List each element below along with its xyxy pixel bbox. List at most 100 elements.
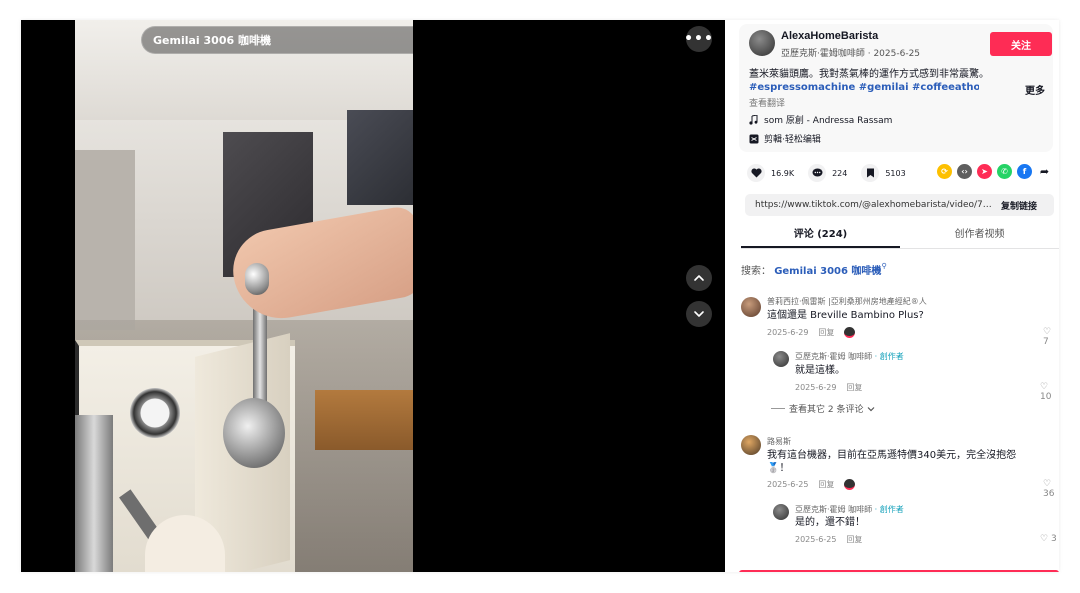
- related-search-prefix: 搜索：: [741, 266, 771, 277]
- video-info-card: AlexaHomeBarista 亞歷克斯·霍姆咖啡師 · 2025-6-25 …: [739, 24, 1053, 152]
- reply-meta: 2025-6-25 回复: [795, 534, 862, 545]
- creator-badge: · 創作者: [874, 352, 904, 361]
- video-player[interactable]: Gemilai 3006 咖啡機 •••: [21, 20, 725, 572]
- author-subtitle: 亞歷克斯·霍姆咖啡師 · 2025-6-25: [781, 49, 921, 59]
- machine-handle: [75, 415, 113, 572]
- commenter-avatar[interactable]: [741, 297, 761, 317]
- related-search[interactable]: 搜索： Gemilai 3006 咖啡機⚲: [741, 262, 887, 277]
- embed-icon[interactable]: ‹›: [957, 164, 972, 179]
- like-count: 16.9K: [771, 168, 795, 178]
- edit-row[interactable]: 剪輯·轻松编辑: [749, 132, 821, 145]
- comment-meta: 2025-6-25 回复: [767, 479, 856, 490]
- previous-video-button[interactable]: [686, 265, 712, 291]
- facebook-icon[interactable]: f: [1017, 164, 1032, 179]
- next-video-button[interactable]: [686, 301, 712, 327]
- expand-description-link[interactable]: 更多: [1025, 82, 1045, 97]
- chevron-up-icon: [694, 275, 704, 281]
- copy-link-button[interactable]: 复制链接: [993, 199, 1037, 212]
- chevron-down-icon: [868, 406, 875, 411]
- view-more-replies-label: 查看其它 2 条评论: [789, 405, 864, 415]
- save-button[interactable]: 5103: [861, 164, 906, 182]
- reply-like-count: 3: [1050, 534, 1057, 544]
- side-panel: AlexaHomeBarista 亞歷克斯·霍姆咖啡師 · 2025-6-25 …: [725, 20, 1059, 572]
- reply-date: 2025-6-29: [795, 383, 837, 392]
- music-title: som 原創 - Andressa Rassam: [764, 116, 893, 126]
- reply-button[interactable]: 回复: [846, 382, 862, 393]
- commenter-name[interactable]: 普莉西拉·佩雷斯 |亞利桑那州房地產經紀®人: [767, 296, 927, 307]
- commenter-name[interactable]: 路易斯: [767, 436, 791, 447]
- comment-icon: [808, 164, 827, 182]
- comment-like-button[interactable]: ♡ 7: [1043, 327, 1059, 347]
- video-search-bar[interactable]: Gemilai 3006 咖啡機: [141, 26, 413, 54]
- save-count: 5103: [885, 168, 906, 178]
- heart-outline-icon: ♡: [1040, 534, 1049, 544]
- related-search-query[interactable]: Gemilai 3006 咖啡機: [774, 266, 881, 277]
- bookmark-icon: [861, 164, 880, 182]
- share-icons: ⟳ ‹› ➤ ✆ f ➦: [937, 164, 1052, 179]
- pressure-gauge: [130, 388, 180, 438]
- comment-input-bar[interactable]: [739, 570, 1059, 572]
- reply-like-count: 10: [1040, 392, 1052, 402]
- more-options-button[interactable]: •••: [684, 26, 714, 52]
- video-url[interactable]: https://www.tiktok.com/@alexhomebarista/…: [745, 200, 993, 210]
- tab-comments[interactable]: 评论 (224): [741, 224, 900, 248]
- translate-link[interactable]: 查看翻译: [749, 96, 785, 109]
- reply-date: 2025-6-25: [795, 535, 837, 544]
- divider-line: [771, 408, 785, 409]
- creator-badge: · 創作者: [874, 505, 904, 514]
- heart-outline-icon: ♡: [1043, 479, 1052, 489]
- commenter-avatar[interactable]: [741, 435, 761, 455]
- reply-meta: 2025-6-29 回复: [795, 382, 862, 393]
- view-more-replies-button[interactable]: 查看其它 2 条评论: [771, 402, 875, 415]
- follow-button[interactable]: 关注: [990, 32, 1052, 56]
- panel-tabs: 评论 (224) 创作者视频: [741, 224, 1059, 249]
- creator-avatar[interactable]: [773, 504, 789, 520]
- heart-outline-icon: ♡: [1043, 327, 1052, 337]
- share-arrow-icon[interactable]: ➦: [1037, 164, 1052, 179]
- comment-like-count: 7: [1043, 337, 1049, 347]
- video-scene-artwork-2: [347, 110, 413, 205]
- reply-like-button[interactable]: ♡ 3: [1040, 534, 1057, 544]
- reply-button[interactable]: 回复: [846, 534, 862, 545]
- video-scene-door: [75, 150, 135, 330]
- comment-like-count: 36: [1043, 489, 1055, 499]
- like-button[interactable]: 16.9K: [747, 164, 794, 182]
- tab-creator-videos[interactable]: 创作者视频: [900, 224, 1059, 248]
- comment-like-button[interactable]: ♡ 36: [1043, 479, 1059, 499]
- reply-button[interactable]: 回复: [818, 479, 834, 490]
- whatsapp-icon[interactable]: ✆: [997, 164, 1012, 179]
- more-options-icon: •••: [684, 31, 714, 47]
- video-search-text[interactable]: Gemilai 3006 咖啡機: [153, 32, 413, 48]
- reply-like-button[interactable]: ♡ 10: [1040, 382, 1059, 402]
- comment-text: 我有這台機器，目前在亞馬遜特價340美元，完全沒抱怨 🥈！: [767, 450, 1017, 474]
- comment-meta: 2025-6-29 回复: [767, 327, 856, 338]
- comment-button[interactable]: 224: [808, 164, 847, 182]
- reply-button[interactable]: 回复: [818, 327, 834, 338]
- video-hashtags[interactable]: #espressomachine #gemilai #coffeeathome.…: [749, 82, 979, 93]
- music-row[interactable]: som 原創 - Andressa Rassam: [749, 113, 892, 126]
- repost-icon[interactable]: ⟳: [937, 164, 952, 179]
- chevron-down-icon: [694, 311, 704, 317]
- creator-liked-avatar: [844, 327, 856, 338]
- comment-date: 2025-6-25: [767, 480, 809, 489]
- video-frame[interactable]: Gemilai 3006 咖啡機: [75, 20, 413, 572]
- reply-author-name: 亞歷克斯·霍姆 咖啡師: [795, 505, 873, 514]
- music-note-icon: [749, 114, 758, 125]
- reply-author[interactable]: 亞歷克斯·霍姆 咖啡師 · 創作者: [795, 504, 904, 515]
- search-small-icon: ⚲: [881, 262, 887, 270]
- creator-liked-avatar: [844, 479, 856, 490]
- comment-count: 224: [832, 168, 848, 178]
- reply-author-name: 亞歷克斯·霍姆 咖啡師: [795, 352, 873, 361]
- author-avatar[interactable]: [749, 30, 775, 56]
- send-icon[interactable]: ➤: [977, 164, 992, 179]
- edit-label: 剪輯·轻松编辑: [764, 135, 821, 145]
- author-name[interactable]: AlexaHomeBarista: [781, 30, 878, 42]
- steam-lever-knob: [245, 263, 269, 295]
- app-window: Gemilai 3006 咖啡機 ••• AlexaHomeBarista 亞歷…: [21, 20, 1059, 572]
- comment-date: 2025-6-29: [767, 328, 809, 337]
- comment-text: 這個還是 Breville Bambino Plus?: [767, 310, 924, 321]
- steam-valve-knob: [223, 398, 285, 468]
- creator-avatar[interactable]: [773, 351, 789, 367]
- reply-author[interactable]: 亞歷克斯·霍姆 咖啡師 · 創作者: [795, 351, 904, 362]
- heart-outline-icon: ♡: [1040, 382, 1049, 392]
